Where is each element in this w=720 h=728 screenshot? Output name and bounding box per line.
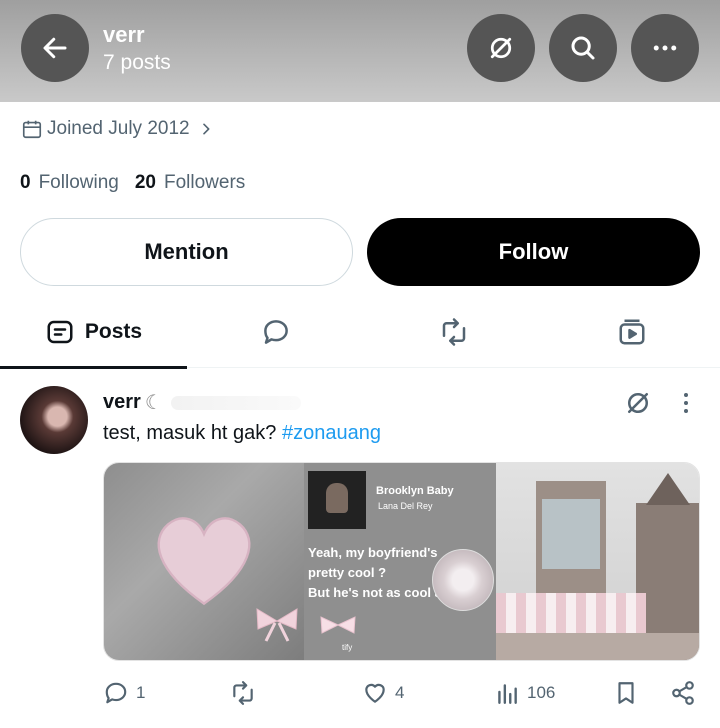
post-body: test, masuk ht gak? bbox=[103, 422, 282, 444]
search-icon bbox=[571, 36, 595, 60]
mention-button[interactable]: Mention bbox=[20, 218, 353, 286]
following-count: 0 bbox=[20, 172, 31, 193]
chevron-right-icon bbox=[202, 123, 210, 135]
bookmark-icon bbox=[618, 682, 634, 704]
followers-link[interactable]: 20 Followers bbox=[135, 172, 245, 194]
calendar-icon bbox=[22, 120, 42, 139]
joined-text: Joined July 2012 bbox=[47, 118, 190, 139]
tab-posts-label: Posts bbox=[84, 320, 143, 343]
following-label: Following bbox=[38, 172, 119, 193]
views-count: 106 bbox=[527, 683, 556, 702]
song-title: Brooklyn Baby bbox=[376, 485, 454, 497]
header-post-count: 7 posts bbox=[103, 51, 171, 74]
tab-reposts[interactable] bbox=[365, 296, 543, 368]
tab-media[interactable] bbox=[543, 296, 720, 368]
lyric-line-2: pretty cool ? bbox=[308, 565, 387, 580]
back-arrow-icon bbox=[43, 37, 67, 59]
post-text: test, masuk ht gak? #zonauang bbox=[103, 422, 381, 445]
views-icon bbox=[498, 684, 517, 704]
lyric-line-3: But he's not as cool as bbox=[308, 585, 450, 600]
follow-stats: 0 Following 20 Followers bbox=[20, 172, 245, 194]
post-author-name: verr bbox=[103, 391, 141, 413]
post-media[interactable]: Brooklyn Baby Lana Del Rey Yeah, my boyf… bbox=[103, 462, 700, 661]
follow-button[interactable]: Follow bbox=[367, 218, 700, 286]
reposts-icon bbox=[442, 318, 466, 346]
grok-icon bbox=[490, 37, 512, 59]
bow-graphic bbox=[320, 616, 356, 634]
header-name: verr bbox=[103, 22, 145, 47]
grok-icon[interactable] bbox=[623, 388, 653, 418]
views-button[interactable]: 106 bbox=[494, 680, 555, 706]
share-button[interactable] bbox=[670, 680, 696, 706]
bow-graphic bbox=[256, 608, 298, 642]
tab-posts[interactable]: Posts bbox=[0, 296, 187, 369]
media-icon bbox=[619, 319, 644, 345]
followers-label: Followers bbox=[163, 172, 246, 193]
active-tab-indicator bbox=[0, 366, 187, 369]
followers-count: 20 bbox=[134, 172, 156, 193]
grok-button[interactable] bbox=[467, 14, 535, 82]
posts-icon bbox=[47, 320, 73, 344]
profile-tabs: Posts bbox=[0, 296, 720, 369]
petal-heart-graphic bbox=[157, 517, 251, 606]
joined-date[interactable]: Joined July 2012 bbox=[21, 118, 214, 140]
more-button[interactable] bbox=[631, 14, 699, 82]
reply-count: 1 bbox=[136, 683, 146, 702]
following-link[interactable]: 0 Following bbox=[20, 172, 119, 194]
search-button[interactable] bbox=[549, 14, 617, 82]
repost-icon bbox=[233, 681, 253, 705]
bookmark-button[interactable] bbox=[613, 680, 639, 706]
back-button[interactable] bbox=[21, 14, 89, 82]
reply-icon bbox=[105, 682, 127, 704]
striped-awning bbox=[496, 593, 646, 633]
building-base bbox=[496, 633, 699, 660]
post-author[interactable]: verr ☾ bbox=[103, 390, 301, 415]
album-cover bbox=[308, 471, 366, 529]
share-icon bbox=[672, 681, 694, 705]
like-count: 4 bbox=[395, 683, 405, 702]
author-suffix: ☾ bbox=[144, 392, 163, 414]
replies-icon bbox=[264, 320, 288, 344]
lyric-line-1: Yeah, my boyfriend's bbox=[308, 545, 438, 560]
tab-replies[interactable] bbox=[187, 296, 365, 368]
more-icon bbox=[653, 45, 677, 51]
blurred-handle bbox=[170, 395, 301, 410]
author-avatar[interactable] bbox=[20, 386, 88, 454]
reply-button[interactable]: 1 bbox=[103, 680, 145, 706]
like-button[interactable]: 4 bbox=[362, 680, 404, 706]
heart-icon bbox=[365, 683, 385, 703]
post-more-icon[interactable] bbox=[676, 390, 696, 416]
repost-button[interactable] bbox=[230, 680, 263, 706]
hashtag-link[interactable]: #zonauang bbox=[282, 422, 381, 444]
media-building-image[interactable] bbox=[496, 463, 699, 660]
profile-header: verr 7 posts bbox=[0, 0, 720, 102]
media-lyric-card[interactable]: Brooklyn Baby Lana Del Rey Yeah, my boyf… bbox=[304, 463, 496, 660]
media-petals-image[interactable] bbox=[104, 463, 304, 660]
song-artist: Lana Del Rey bbox=[378, 501, 433, 511]
rose-graphic bbox=[432, 549, 494, 611]
brand-watermark: tify bbox=[342, 643, 353, 652]
